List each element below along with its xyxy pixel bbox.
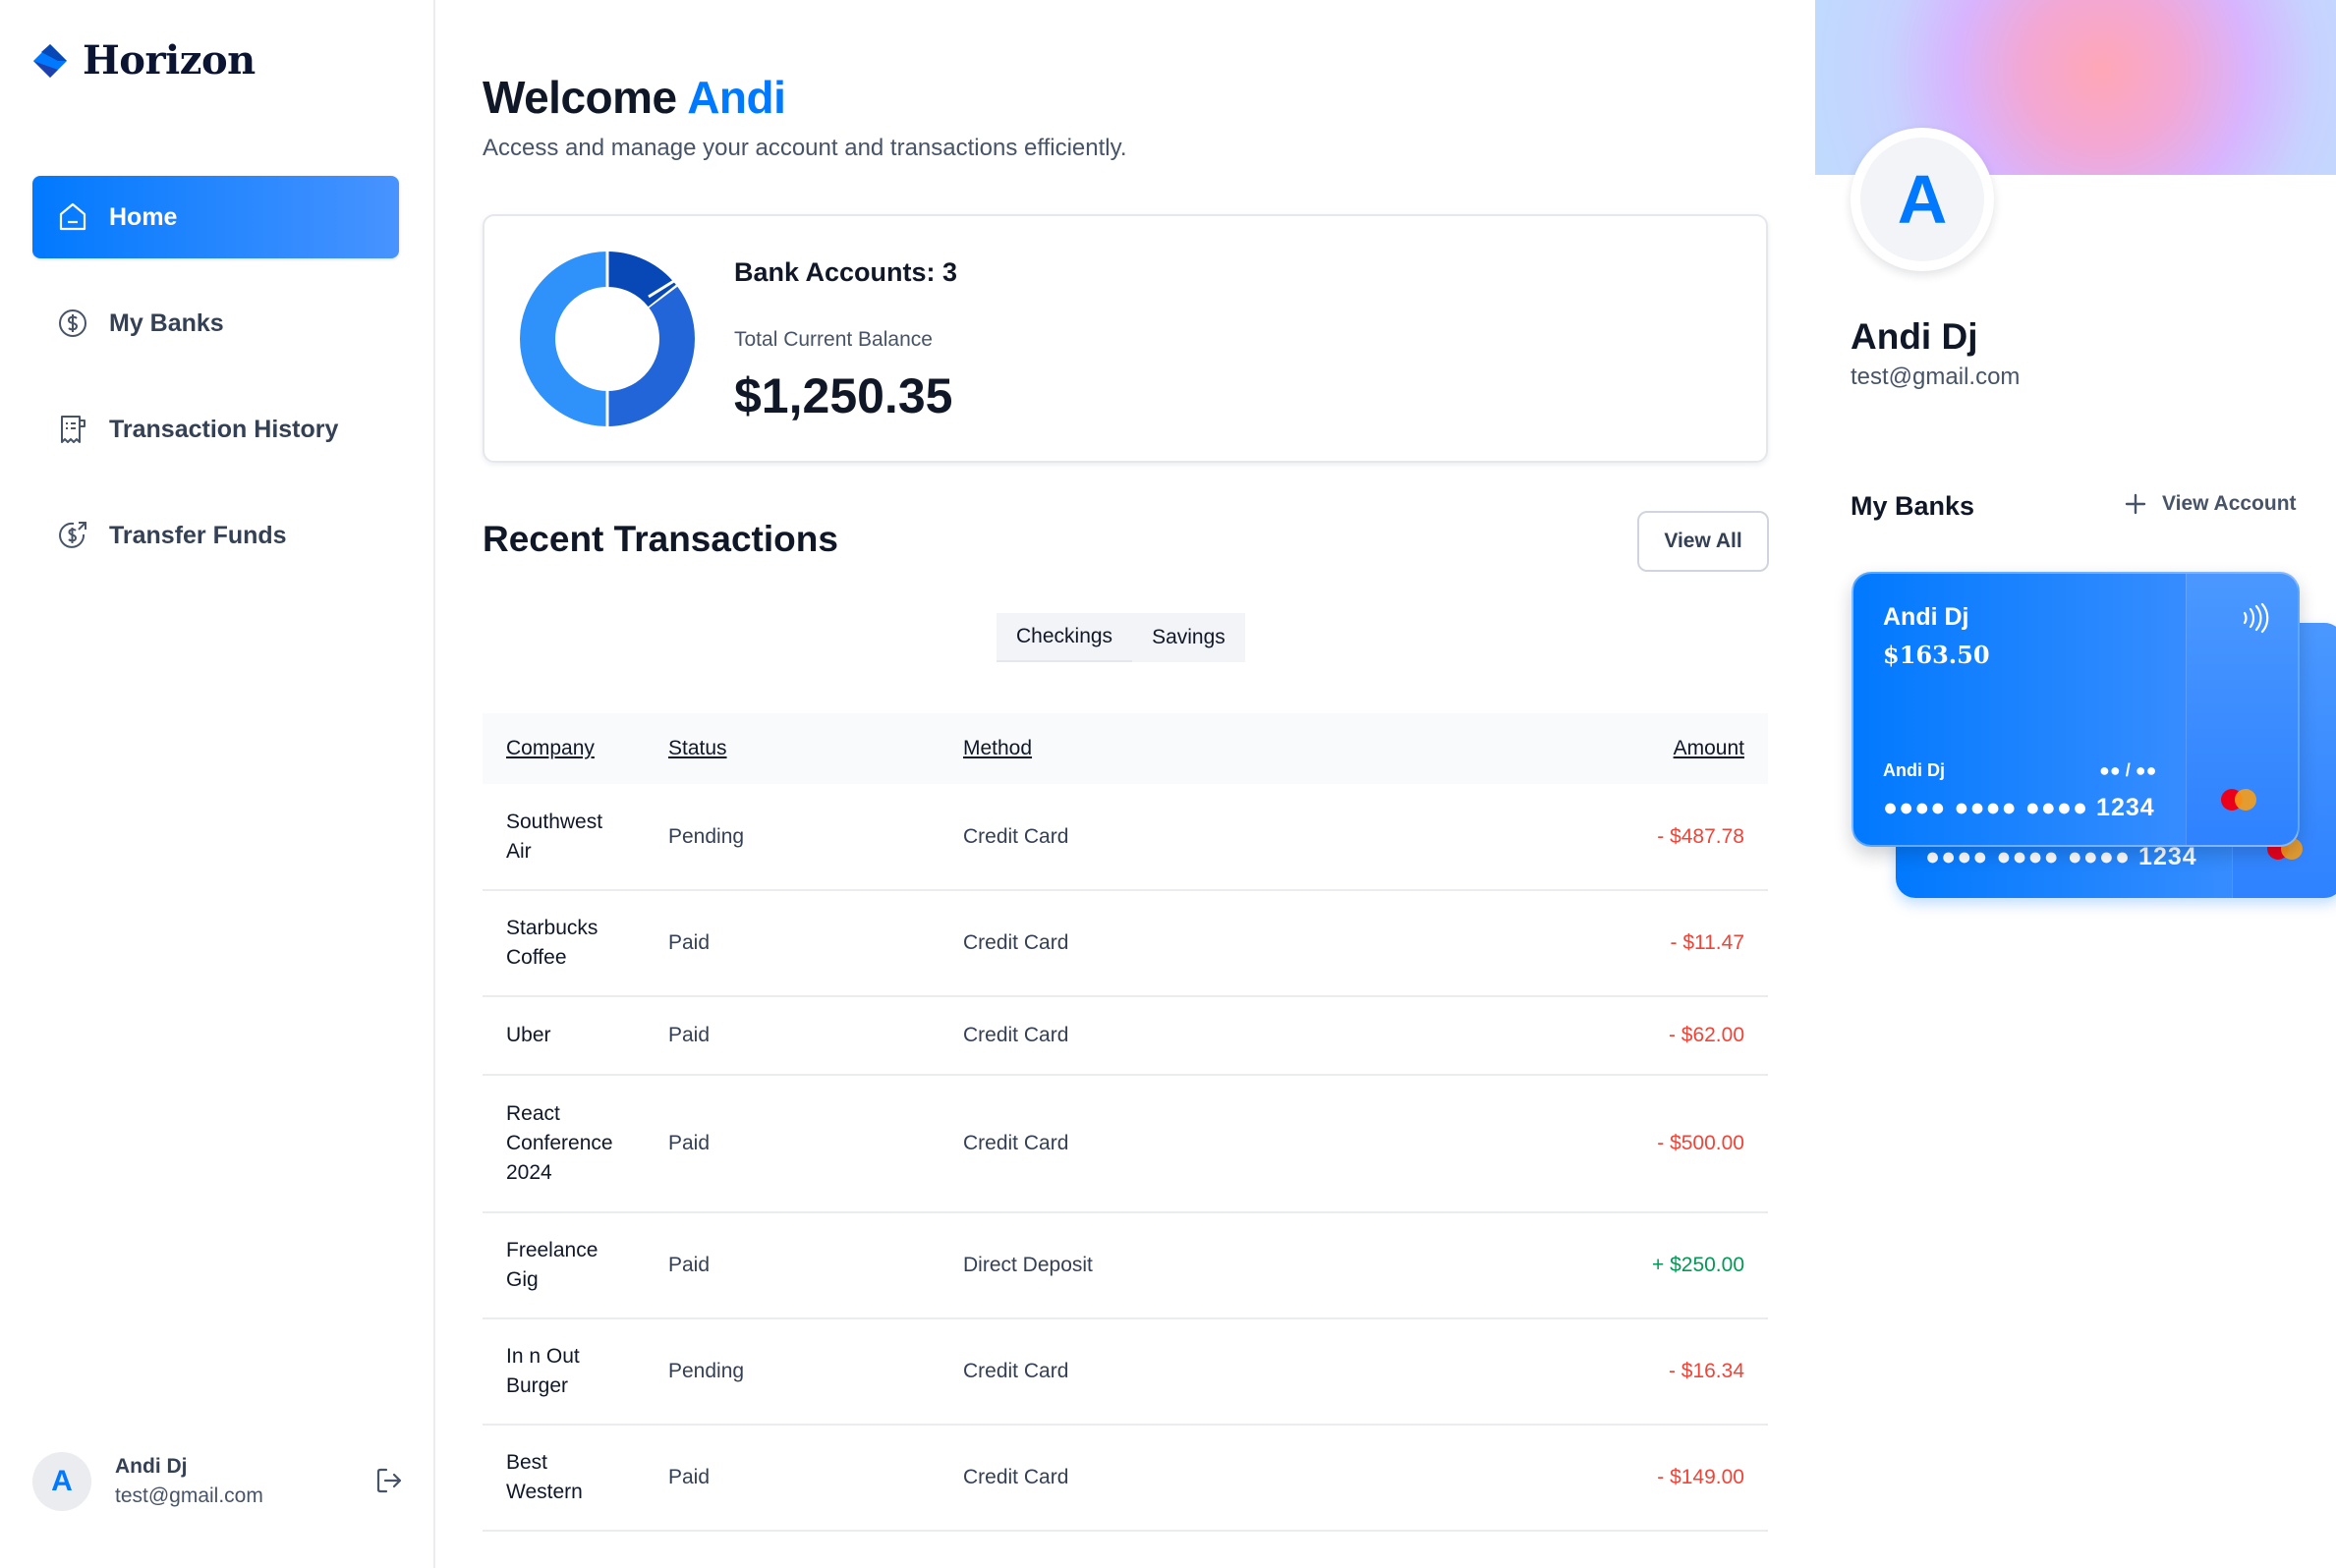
cell-amount: - $62.00: [1668, 1024, 1744, 1046]
cell-amount: - $16.34: [1668, 1360, 1744, 1382]
view-all-button[interactable]: View All: [1637, 511, 1769, 572]
sidebar-item-label: Transfer Funds: [109, 521, 287, 549]
account-tabs: Checkings Savings: [997, 613, 1245, 662]
card-expiry: ●● / ●●: [2099, 760, 2157, 780]
profile-panel: A Andi Dj test@gmail.com My Banks View A…: [1815, 0, 2336, 1568]
profile-avatar-letter: A: [1860, 138, 1984, 261]
sidebar-item-label: Transaction History: [109, 415, 339, 443]
view-account-label: View Account: [2162, 492, 2297, 515]
cell-amount: - $487.78: [1657, 824, 1744, 848]
profile-name: Andi Dj: [1851, 316, 1978, 357]
cell-status: Paid: [668, 1254, 711, 1276]
bank-accounts-count: Bank Accounts: 3: [734, 257, 958, 287]
total-balance-card: Bank Accounts: 3 Total Current Balance $…: [483, 214, 1768, 463]
cell-status: Paid: [668, 1132, 711, 1154]
balance-donut-chart: [520, 252, 695, 426]
tab-savings[interactable]: Savings: [1132, 613, 1245, 662]
table-row[interactable]: In n Out Burger Pending Credit Card - $1…: [483, 1318, 1768, 1425]
tab-checkings[interactable]: Checkings: [997, 613, 1133, 662]
profile-email: test@gmail.com: [1851, 364, 2021, 390]
cell-company: Freelance Gig: [506, 1239, 598, 1291]
main-content: Welcome Andi Access and manage your acco…: [435, 0, 1815, 1568]
cell-company: React Conference 2024: [506, 1102, 613, 1184]
transactions-table: Company Status Method Amount Southwest A…: [483, 713, 1768, 1532]
sidebar-item-home[interactable]: Home: [32, 176, 399, 258]
user-name: Andi Dj: [115, 1455, 188, 1478]
cell-method: Direct Deposit: [963, 1254, 1093, 1276]
sidebar-item-label: Home: [109, 202, 178, 231]
cell-amount: - $149.00: [1657, 1466, 1744, 1488]
horizon-logo-icon: [33, 43, 67, 78]
my-banks-title: My Banks: [1851, 491, 1975, 521]
logout-icon[interactable]: [372, 1464, 406, 1497]
cell-method: Credit Card: [963, 824, 1069, 848]
table-row[interactable]: Best Western Paid Credit Card - $149.00: [483, 1425, 1768, 1531]
profile-avatar: A: [1851, 128, 1994, 271]
table-row[interactable]: Southwest Air Pending Credit Card - $487…: [483, 784, 1768, 890]
cell-company: Southwest Air: [506, 810, 603, 863]
card-holder: Andi Dj: [1883, 760, 1945, 780]
cell-status: Pending: [668, 824, 745, 848]
table-header-row: Company Status Method Amount: [483, 713, 1768, 784]
plus-icon: [2125, 493, 2146, 515]
avatar: A: [32, 1452, 91, 1511]
total-balance-label: Total Current Balance: [734, 328, 933, 351]
cell-method: Credit Card: [963, 1466, 1069, 1488]
bank-card[interactable]: Andi Dj $163.50 Andi Dj ●● / ●● ●●●● ●●●…: [1852, 572, 2300, 847]
sidebar-item-label: My Banks: [109, 308, 224, 337]
sidebar-user: A Andi Dj test@gmail.com: [32, 1450, 406, 1513]
page-title: Welcome Andi: [483, 71, 786, 124]
table-row[interactable]: Uber Paid Credit Card - $62.00: [483, 996, 1768, 1075]
contactless-icon: [2243, 602, 2269, 634]
home-icon: [59, 202, 86, 231]
card-number: ●●●● ●●●● ●●●● 1234: [1925, 843, 2197, 870]
sidebar-item-my-banks[interactable]: My Banks: [32, 282, 399, 364]
column-header-company[interactable]: Company: [483, 713, 645, 784]
money-send-icon: [59, 522, 86, 548]
cell-status: Paid: [668, 1024, 711, 1046]
user-email: test@gmail.com: [115, 1484, 263, 1507]
table-row[interactable]: Freelance Gig Paid Direct Deposit + $250…: [483, 1212, 1768, 1318]
column-header-method[interactable]: Method: [940, 713, 1402, 784]
cell-method: Credit Card: [963, 1024, 1069, 1046]
table-row[interactable]: Starbucks Coffee Paid Credit Card - $11.…: [483, 890, 1768, 996]
card-name: Andi Dj: [1883, 603, 1969, 631]
cell-company: Uber: [506, 1024, 551, 1046]
view-account-button[interactable]: View Account: [2123, 491, 2297, 517]
cell-method: Credit Card: [963, 931, 1069, 954]
total-balance-value: $1,250.35: [734, 368, 953, 423]
brand-name: Horizon: [83, 37, 256, 84]
receipt-icon: [61, 416, 85, 443]
cell-amount: + $250.00: [1651, 1254, 1744, 1276]
card-balance: $163.50: [1883, 641, 1990, 669]
sidebar-item-transfer-funds[interactable]: Transfer Funds: [32, 494, 399, 577]
column-header-status[interactable]: Status: [645, 713, 940, 784]
mastercard-icon: [2221, 789, 2256, 811]
page-subtitle: Access and manage your account and trans…: [483, 135, 1127, 161]
cell-status: Paid: [668, 1466, 711, 1488]
cell-amount: - $11.47: [1670, 931, 1745, 954]
cell-status: Paid: [668, 931, 711, 954]
cell-company: Best Western: [506, 1451, 583, 1503]
cell-company: Starbucks Coffee: [506, 917, 598, 969]
brand-logo[interactable]: Horizon: [31, 37, 256, 84]
column-header-amount[interactable]: Amount: [1402, 713, 1768, 784]
cell-amount: - $500.00: [1657, 1132, 1744, 1154]
dollar-circle-icon: [59, 309, 86, 337]
card-number: ●●●● ●●●● ●●●● 1234: [1883, 794, 2155, 821]
cell-status: Pending: [668, 1360, 745, 1382]
sidebar-nav: Home My Banks Transaction History Transf…: [32, 176, 399, 600]
table-row[interactable]: React Conference 2024 Paid Credit Card -…: [483, 1075, 1768, 1212]
cell-company: In n Out Burger: [506, 1345, 580, 1397]
cell-method: Credit Card: [963, 1132, 1069, 1154]
welcome-user: Andi: [687, 72, 786, 123]
sidebar: Horizon Home My Banks Transaction Histor…: [0, 0, 435, 1568]
recent-transactions-title: Recent Transactions: [483, 519, 838, 559]
welcome-text: Welcome: [483, 72, 677, 123]
sidebar-item-transaction-history[interactable]: Transaction History: [32, 388, 399, 471]
cell-method: Credit Card: [963, 1360, 1069, 1382]
